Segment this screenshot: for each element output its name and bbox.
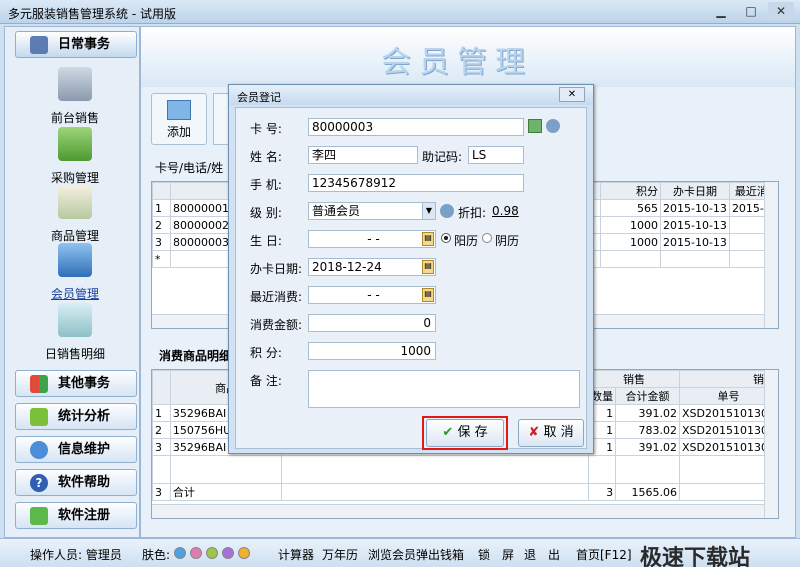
skin-swatch[interactable] [190, 546, 202, 559]
vertical-scrollbar[interactable] [764, 182, 778, 328]
search-label: 卡号/电话/姓 [155, 161, 224, 175]
add-button[interactable]: 添加 [151, 93, 207, 145]
window-title: 多元服装销售管理系统 - 试用版 [8, 7, 176, 21]
skin-label: 肤色: [142, 548, 171, 562]
status-bar: 操作人员: 管理员 肤色: 计算器 万年历 浏览会员 弹出钱箱 锁 屏 退 出 … [0, 538, 800, 567]
horizontal-scrollbar[interactable] [152, 504, 764, 518]
member-icon [58, 243, 92, 277]
points-input[interactable]: 1000 [308, 342, 436, 360]
dialog-title-bar: 会员登记 ✕ [229, 85, 593, 105]
add-member-icon [167, 100, 191, 120]
table-footer-row: 3 合计 3 1565.06 [152, 483, 779, 501]
close-button[interactable]: ✕ [768, 2, 794, 20]
member-registration-dialog: 会员登记 ✕ 卡 号: 80000003 姓 名: 李四 助记码: LS 手 机… [228, 84, 594, 454]
category-help[interactable]: ? 软件帮助 [15, 469, 137, 496]
sales-detail-icon [58, 303, 92, 337]
sidebar: 日常事务 前台销售 采购管理 商品管理 会员管理 日销售明细 其他事务 统计分析… [4, 26, 140, 538]
calendar-link[interactable]: 万年历 [322, 546, 358, 563]
sidebar-item-daily-sales[interactable]: 日销售明细 [25, 303, 125, 362]
calculator-link[interactable]: 计算器 [278, 546, 314, 563]
skin-swatch[interactable] [206, 546, 218, 559]
gear-icon [30, 441, 48, 459]
page-title: 会员管理 [381, 45, 533, 80]
calendar-icon[interactable]: ▤ [422, 288, 434, 302]
windows-icon [30, 375, 48, 393]
help-icon: ? [30, 474, 48, 492]
sidebar-item-purchase[interactable]: 采购管理 [25, 127, 125, 186]
name-input[interactable]: 李四 [308, 146, 418, 164]
skin-swatch[interactable] [238, 546, 250, 559]
chevron-down-icon[interactable]: ▼ [422, 203, 435, 219]
sidebar-item-members[interactable]: 会员管理 [25, 243, 125, 302]
purchase-icon [58, 127, 92, 161]
category-daily-affairs[interactable]: 日常事务 [15, 31, 137, 58]
arrow-icon[interactable] [528, 119, 542, 133]
minimize-button[interactable]: ▁ [708, 2, 734, 20]
dialog-title: 会员登记 [237, 91, 281, 104]
sidebar-item-front-sales[interactable]: 前台销售 [25, 67, 125, 126]
watermark: 极速下载站 [640, 546, 751, 567]
cube-icon [30, 408, 48, 426]
solar-radio[interactable] [441, 233, 451, 243]
dialog-close-button[interactable]: ✕ [559, 87, 585, 102]
level-select[interactable]: 普通会员 [308, 202, 436, 220]
operator-label: 操作人员: 管理员 [30, 548, 122, 562]
skin-swatch[interactable] [222, 546, 234, 559]
category-info-maintenance[interactable]: 信息维护 [15, 436, 137, 463]
last-consumption-input[interactable]: - - [308, 286, 436, 304]
issue-date-input[interactable]: 2018-12-24 [308, 258, 436, 276]
save-button[interactable]: ✔ 保 存 [426, 419, 504, 447]
lunar-radio[interactable] [482, 233, 492, 243]
remark-textarea[interactable] [308, 370, 580, 408]
maximize-button[interactable]: □ [738, 2, 764, 20]
cash-drawer-link[interactable]: 弹出钱箱 [416, 546, 464, 563]
book-icon [30, 36, 48, 54]
banner: 会员管理 [141, 27, 795, 87]
home-link[interactable]: 首页[F12] [576, 546, 632, 563]
vertical-scrollbar[interactable] [764, 370, 778, 518]
category-other-affairs[interactable]: 其他事务 [15, 370, 137, 397]
browse-members-link[interactable]: 浏览会员 [368, 546, 416, 563]
settings-icon[interactable] [440, 204, 454, 218]
mnemonic-input[interactable]: LS [468, 146, 524, 164]
exit-link[interactable]: 退 出 [524, 546, 560, 563]
amount-input[interactable]: 0 [308, 314, 436, 332]
dialog-body: 卡 号: 80000003 姓 名: 李四 助记码: LS 手 机: 12345… [235, 107, 587, 450]
phone-input[interactable]: 12345678912 [308, 174, 524, 192]
category-statistics[interactable]: 统计分析 [15, 403, 137, 430]
birthday-input[interactable]: - - [308, 230, 436, 248]
check-icon: ✔ [442, 425, 454, 440]
lookup-icon[interactable] [546, 119, 560, 133]
card-number-input[interactable]: 80000003 [308, 118, 524, 136]
skin-swatches [174, 545, 254, 559]
category-register[interactable]: 软件注册 [15, 502, 137, 529]
title-bar: 多元服装销售管理系统 - 试用版 ▁ □ ✕ [0, 0, 800, 24]
calendar-icon[interactable]: ▤ [422, 260, 434, 274]
computer-icon [58, 67, 92, 101]
close-x-icon: ✘ [528, 425, 540, 440]
cancel-button[interactable]: ✘ 取 消 [518, 419, 584, 447]
sidebar-item-products[interactable]: 商品管理 [25, 185, 125, 244]
register-icon [30, 507, 48, 525]
lock-screen-link[interactable]: 锁 屏 [478, 546, 514, 563]
skin-swatch[interactable] [174, 546, 186, 559]
detail-label: 消费商品明细 [159, 349, 232, 363]
product-icon [58, 185, 92, 219]
discount-value[interactable]: 0.98 [492, 204, 519, 218]
calendar-icon[interactable]: ▤ [422, 232, 434, 246]
